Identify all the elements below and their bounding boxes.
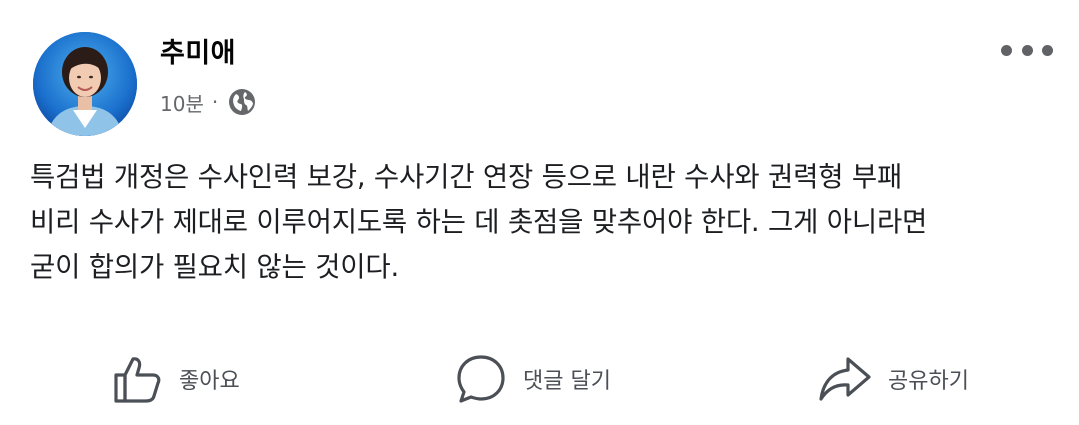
share-button[interactable]: 공유하기 [818,350,969,408]
post-body-text: 특검법 개정은 수사인력 보강, 수사기간 연장 등으로 내란 수사와 권력형 … [30,161,928,283]
comment-label: 댓글 달기 [523,369,611,394]
like-button[interactable]: 좋아요 [111,350,240,408]
meta-separator: · [211,90,219,114]
author-avatar[interactable] [33,32,137,136]
more-horizontal-icon [1001,44,1012,56]
thumbs-up-icon [111,353,163,405]
more-horizontal-icon-dot [1042,44,1053,56]
comment-bubble-icon [455,353,507,405]
facebook-post: 추미애 10분 · 특검법 개정은 수사인력 보강, 수사기간 연장 등으로 내… [0,0,1079,425]
comment-button[interactable]: 댓글 달기 [455,350,611,408]
more-horizontal-icon-dot [1021,44,1033,56]
post-timestamp[interactable]: 10분 [160,88,204,117]
share-arrow-icon [818,353,872,405]
like-label: 좋아요 [179,369,240,394]
author-name[interactable]: 추미애 [160,31,236,70]
post-meta: 10분 · [160,87,257,117]
more-options-button[interactable] [1001,35,1053,65]
globe-icon[interactable] [227,87,257,117]
share-label: 공유하기 [888,369,969,394]
post-action-bar: 좋아요 댓글 달기 공유하기 [0,350,1079,408]
avatar-portrait [33,32,137,136]
